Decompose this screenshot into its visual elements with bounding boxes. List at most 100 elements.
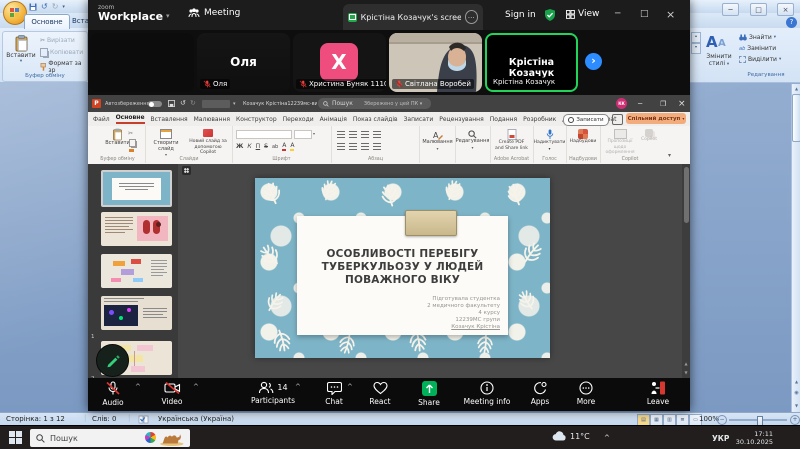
annotation-pencil-button[interactable] [96,344,129,377]
zoom-minimize-button[interactable]: ─ [615,9,620,19]
columns-icon[interactable] [373,143,381,150]
zoom-in-button[interactable]: + [790,415,800,425]
prev-page-icon[interactable]: ▲ [792,379,800,384]
ppt-minimize-button[interactable]: ─ [638,100,642,108]
start-button[interactable] [9,431,22,444]
video-options-chevron[interactable]: ^ [193,383,199,391]
next-participants-button[interactable]: › [585,53,602,70]
scrollbar-thumb[interactable] [792,94,800,142]
font-size-select[interactable] [294,130,312,139]
scroll-up-icon[interactable]: ▲ [792,86,800,91]
next-page-icon[interactable]: ▼ [792,403,800,408]
zoom-out-button[interactable]: − [717,415,727,425]
ppt-tab-review[interactable]: Рецензування [439,116,483,123]
ppt-tab-insert[interactable]: Вставлення [151,116,188,123]
video-tile-kristina-active[interactable]: Крістіна Козачук Крістіна Козачук [485,33,578,92]
spellcheck-icon[interactable] [138,415,149,424]
ppt-tab-transitions[interactable]: Переходи [283,116,314,123]
highlight-color-button[interactable]: А [290,142,294,151]
font-style-buttons[interactable]: Ж К П S ab А А [236,142,294,151]
slide-thumbnail-4[interactable] [101,296,172,330]
ppt-save-icon[interactable] [168,100,175,107]
create-pdf-button[interactable]: Create PDFand Share link [490,129,533,151]
ppt-scrollbar-thumb[interactable] [684,167,689,223]
ppt-scrollbar[interactable]: ▲ ▼ [682,164,690,378]
find-button[interactable]: Знайти▾ [739,34,793,41]
weather-widget[interactable]: 11°C [552,431,590,441]
copy-icon[interactable] [129,139,136,147]
word-help-button[interactable]: ? [786,17,797,28]
change-styles-button[interactable]: АА Змінитистилі ▾ [702,31,736,80]
copy-button[interactable]: Копіювати [40,48,83,57]
ppt-paste-button[interactable]: Вставити [90,128,145,147]
taskbar-clock[interactable]: 17:11 30.10.2025 [733,430,773,446]
line-spacing-icon[interactable] [373,131,381,138]
dictate-button[interactable]: Надиктувати ▾ [533,129,566,152]
workspace-chevron-icon[interactable]: ▾ [166,12,170,20]
autosave-toggle[interactable] [148,101,162,107]
designer-button[interactable]: Пропозиції щодооформлення [602,129,638,156]
ppt-search-box[interactable]: Пошук Збережено у цей ПК ▾ [318,98,431,109]
styles-gallery-down[interactable]: ▾ [691,43,701,54]
ppt-tab-view[interactable]: Подання [490,116,517,123]
ppt-editing-button[interactable]: Редагування▾ [455,126,491,163]
collapse-ribbon-icon[interactable]: ▾ [668,152,671,159]
word-scrollbar[interactable]: ▲ ▲ ◉ ▼ [791,84,800,412]
zoom-level[interactable]: 100% [699,415,719,423]
word-close-button[interactable]: × [777,3,794,16]
ppt-quick-box[interactable] [202,100,230,108]
format-painter-icon[interactable] [129,149,134,152]
ppt-drawing-button[interactable]: А Малювання▾ [420,126,456,163]
ppt-scroll-down-icon[interactable]: ▼ [682,370,690,375]
ppt-account-avatar[interactable]: КК [616,98,627,109]
new-slide-button[interactable]: Створити слайд ▾ [149,129,183,157]
ppt-share-button[interactable]: Спільний доступ▾ [626,113,686,124]
paste-button[interactable]: Вставити ▾ [6,35,36,71]
language-indicator[interactable]: Українська (Україна) [158,415,234,423]
ppt-tab-draw[interactable]: Малювання [194,116,230,123]
zoom-close-button[interactable]: × [666,8,675,21]
ppt-tab-home[interactable]: Основне [116,114,145,124]
ppt-restore-button[interactable]: ❐ [660,100,666,108]
ppt-tab-developer[interactable]: Розробник [523,116,556,123]
ppt-tab-file[interactable]: Файл [93,116,110,123]
video-tile-khrystyna[interactable]: X Христина Буняк 11102 [293,33,386,92]
bullets-icon[interactable] [337,131,345,138]
align-left-icon[interactable] [337,143,345,150]
indent-icon[interactable] [361,131,369,138]
sign-in-button[interactable]: Sign in [505,10,536,20]
browse-object-icon[interactable]: ◉ [792,390,800,396]
taskbar-search-box[interactable]: Пошук [30,429,190,447]
view-button[interactable]: View [566,9,599,19]
shared-screen-tab[interactable]: Крістіна Козачук's screen … [343,4,483,30]
page-indicator[interactable]: Сторінка: 1 з 12 [6,415,65,423]
align-center-icon[interactable] [349,143,357,150]
zoom-maximize-button[interactable]: □ [640,9,649,19]
ppt-tab-animations[interactable]: Анімація [320,116,347,123]
qat-dropdown-icon[interactable]: ▾ [62,4,65,10]
styles-gallery-up[interactable]: ▴ [691,32,701,43]
font-color-button[interactable]: А [282,142,286,151]
ppt-tab-design[interactable]: Конструктор [236,116,277,123]
tab-options-icon[interactable]: … [465,10,478,24]
save-icon[interactable] [29,3,37,11]
participants-button[interactable]: 14 Participants [243,381,303,405]
numbering-icon[interactable] [349,131,357,138]
video-tile-svitlana[interactable]: Світлана Воробей [389,33,482,92]
align-right-icon[interactable] [361,143,369,150]
font-name-select[interactable] [236,130,292,139]
tray-expand-chevron[interactable]: ^ [604,434,610,442]
ppt-close-button[interactable]: × [678,99,686,109]
share-button[interactable]: Share [399,381,459,407]
ppt-redo-icon[interactable]: ↻ [190,99,196,107]
word-maximize-button[interactable]: □ [750,3,767,16]
more-button[interactable]: More [556,381,616,406]
addins-button[interactable]: Надбудови [566,129,600,145]
slide-thumbnail-2[interactable] [101,212,172,246]
meeting-tab[interactable]: Meeting [188,8,240,18]
cut-button[interactable]: ✂Вирізати [40,37,75,44]
ppt-record-button[interactable]: Записати [563,114,609,126]
cut-icon[interactable]: ✂ [128,130,133,137]
comments-icon[interactable] [612,114,623,125]
slide-thumbnail-1[interactable] [101,170,172,207]
